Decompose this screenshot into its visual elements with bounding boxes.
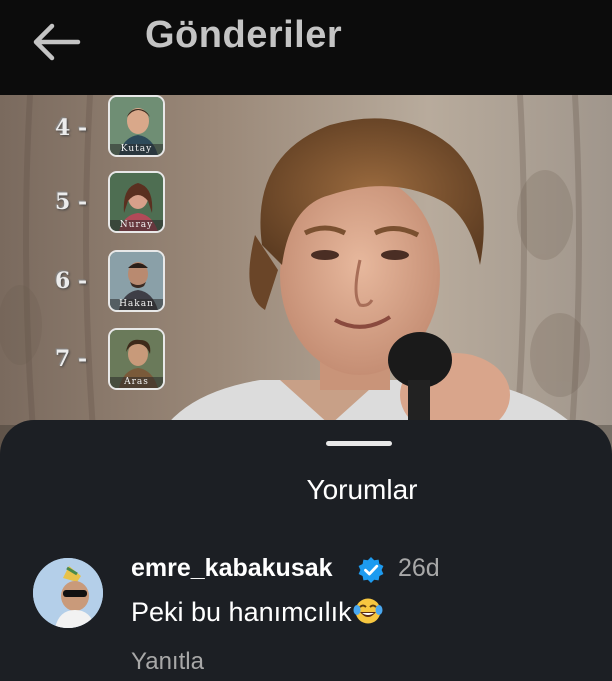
rank-number: 7 - <box>55 346 88 372</box>
ranking-row: 7 - Aras <box>0 328 180 398</box>
rank-name: Aras <box>110 377 163 388</box>
back-arrow-icon[interactable] <box>30 22 82 62</box>
ranking-row: 4 - Kutay <box>0 95 180 165</box>
verified-badge-icon <box>357 556 385 584</box>
page-title: Gönderiler <box>145 14 343 56</box>
comment-timestamp: 26d <box>398 554 440 582</box>
ranking-row: 6 - Hakan <box>0 250 180 320</box>
comment-text: Peki bu hanımcılık <box>131 597 352 627</box>
rank-thumbnail: Hakan <box>108 250 165 312</box>
avatar[interactable] <box>33 558 103 628</box>
face-with-tears-of-joy-icon <box>353 596 383 626</box>
reply-button[interactable]: Yanıtla <box>131 648 204 676</box>
comment-item: emre_kabakusak 26d Peki bu hanımcılık Ya… <box>0 552 612 681</box>
rank-number: 5 - <box>55 189 88 215</box>
rank-number: 4 - <box>55 115 88 141</box>
top-bar: Gönderiler <box>0 0 612 95</box>
comment-body: Peki bu hanımcılık <box>131 596 383 628</box>
ranking-row: 5 - Nuray <box>0 171 180 241</box>
comment-username[interactable]: emre_kabakusak <box>131 554 333 583</box>
rank-name: Kutay <box>110 144 163 155</box>
drag-handle[interactable] <box>326 441 392 446</box>
comments-title: Yorumlar <box>306 474 418 505</box>
rank-name: Nuray <box>110 220 163 231</box>
rank-number: 6 - <box>55 268 88 294</box>
rank-thumbnail: Aras <box>108 328 165 390</box>
ranking-overlay: 4 - Kutay 5 - Nuray 6 - Hakan 7 - Aras <box>0 95 180 425</box>
rank-thumbnail: Kutay <box>108 95 165 157</box>
comments-sheet: Yorumlar emre_kabakusak 26d Peki bu hanı… <box>0 420 612 681</box>
rank-name: Hakan <box>110 299 163 310</box>
rank-thumbnail: Nuray <box>108 171 165 233</box>
